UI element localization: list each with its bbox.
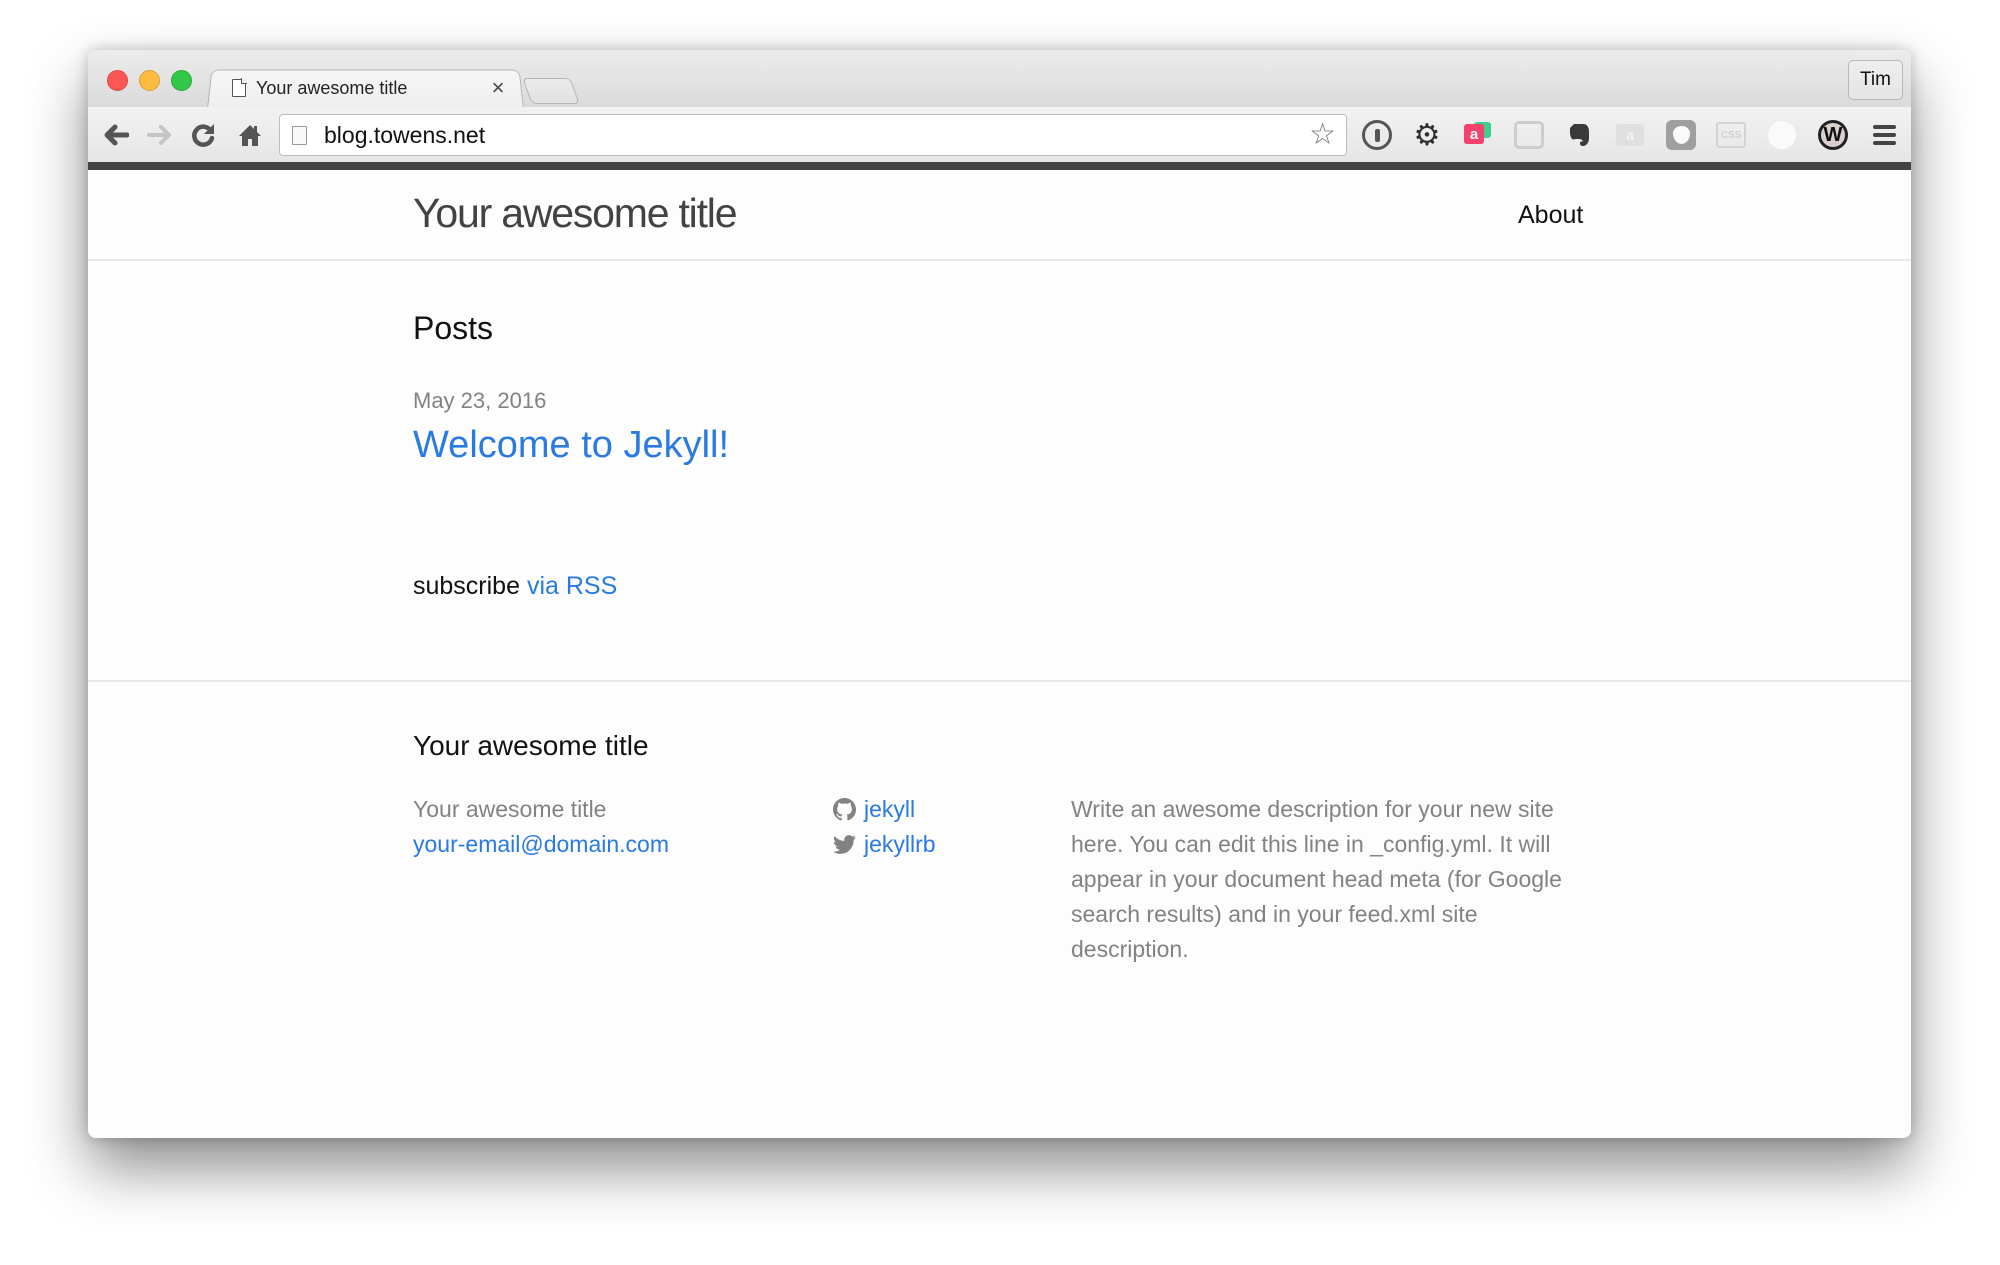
post-title-link[interactable]: Welcome to Jekyll! bbox=[413, 424, 729, 467]
chat-icon[interactable] bbox=[1514, 120, 1544, 150]
bookmark-star-icon[interactable]: ☆ bbox=[1309, 120, 1336, 150]
tab-close-icon[interactable]: × bbox=[486, 75, 510, 101]
chrome-menu-icon[interactable] bbox=[1869, 120, 1899, 150]
site-title-link[interactable]: Your awesome title bbox=[413, 190, 737, 237]
footer-site-name: Your awesome title bbox=[413, 796, 607, 822]
rss-link[interactable]: via RSS bbox=[527, 572, 617, 600]
close-window-button[interactable] bbox=[107, 70, 128, 91]
tab-strip: Your awesome title × Tim bbox=[88, 50, 1911, 109]
web-page: Your awesome title About Posts May 23, 2… bbox=[88, 170, 1911, 1138]
home-icon bbox=[239, 125, 261, 146]
reload-button[interactable] bbox=[190, 121, 218, 149]
page-top-bar bbox=[88, 162, 1911, 170]
footer-social: jekyll jekyllrb bbox=[833, 792, 936, 862]
site-footer: Your awesome title Your awesome title yo… bbox=[88, 680, 1911, 1138]
forward-arrow-icon bbox=[147, 125, 171, 145]
subscribe-text: subscribe bbox=[413, 572, 520, 600]
github-link[interactable]: jekyll bbox=[833, 792, 936, 827]
twitter-icon bbox=[833, 835, 856, 854]
airtime-icon[interactable]: a bbox=[1463, 120, 1493, 150]
github-icon bbox=[833, 798, 856, 821]
airtime-disabled-icon[interactable]: a bbox=[1615, 120, 1645, 150]
w-extension-icon[interactable]: W bbox=[1818, 120, 1848, 150]
back-button[interactable] bbox=[102, 121, 130, 149]
site-header: Your awesome title About bbox=[88, 170, 1911, 261]
github-username: jekyll bbox=[864, 796, 916, 822]
back-arrow-icon bbox=[104, 124, 129, 146]
posts-heading: Posts bbox=[413, 310, 494, 346]
reload-icon bbox=[192, 124, 215, 147]
footer-heading: Your awesome title bbox=[413, 730, 649, 761]
site-description: Write an awesome description for your ne… bbox=[1071, 796, 1562, 962]
gear-icon[interactable]: ⚙ bbox=[1412, 119, 1442, 152]
url-text[interactable]: blog.towens.net bbox=[324, 122, 1309, 149]
footer-email-link[interactable]: your-email@domain.com bbox=[413, 827, 669, 862]
tab-content[interactable]: Your awesome title × bbox=[230, 68, 510, 108]
minimize-window-button[interactable] bbox=[139, 70, 160, 91]
tab-title: Your awesome title bbox=[256, 77, 408, 98]
evernote-icon[interactable] bbox=[1565, 120, 1595, 150]
home-button[interactable] bbox=[236, 121, 264, 149]
onepassword-icon[interactable] bbox=[1362, 120, 1392, 150]
nav-about-link[interactable]: About bbox=[1518, 201, 1583, 230]
page-reader-icon[interactable] bbox=[1767, 120, 1797, 150]
twitter-username: jekyllrb bbox=[864, 831, 936, 857]
address-bar[interactable]: blog.towens.net ☆ bbox=[279, 114, 1347, 156]
profile-button[interactable]: Tim bbox=[1848, 60, 1903, 100]
footer-contact: Your awesome title your-email@domain.com bbox=[413, 792, 669, 862]
browser-toolbar: blog.towens.net ☆ ⚙ a a CSS W bbox=[88, 107, 1911, 162]
browser-window: Your awesome title × Tim blog.towens.net… bbox=[88, 50, 1911, 1138]
maximize-window-button[interactable] bbox=[171, 70, 192, 91]
subscribe-line: subscribe via RSS bbox=[413, 572, 617, 601]
post-date: May 23, 2016 bbox=[413, 388, 547, 413]
new-tab-button[interactable] bbox=[522, 78, 580, 104]
page-icon bbox=[232, 78, 247, 97]
forward-button[interactable] bbox=[146, 121, 174, 149]
css-validator-icon[interactable]: CSS bbox=[1716, 120, 1746, 150]
page-icon bbox=[292, 125, 307, 145]
twitter-link[interactable]: jekyllrb bbox=[833, 827, 936, 862]
shield-icon[interactable] bbox=[1666, 120, 1696, 150]
